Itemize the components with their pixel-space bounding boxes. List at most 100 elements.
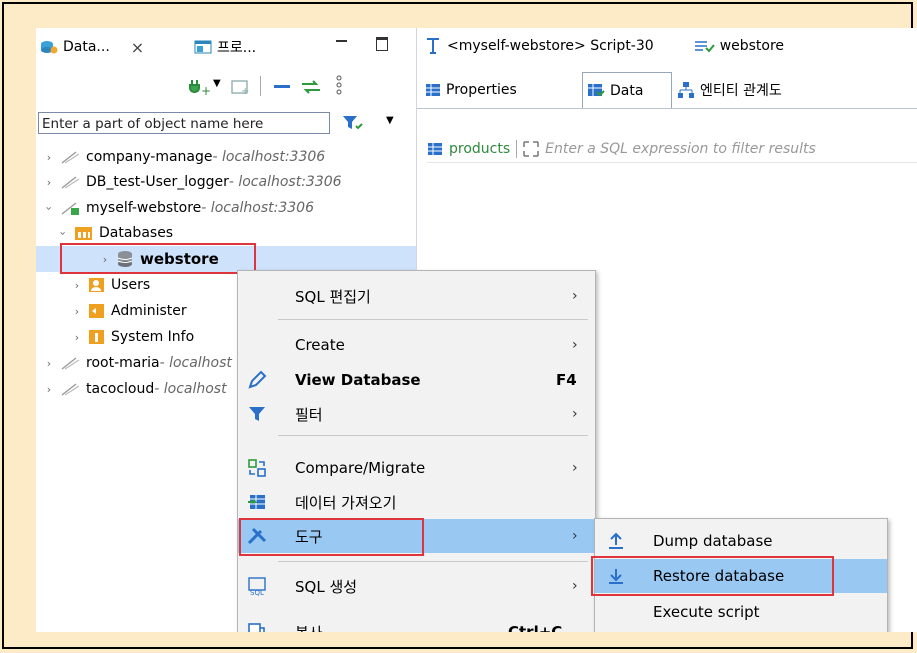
tree-item-host: - localhost:3306 xyxy=(212,149,326,165)
script-title[interactable]: <myself-webstore> Script-30 xyxy=(447,38,654,54)
tab-label: Properties xyxy=(446,82,517,98)
link-with-editor-icon[interactable] xyxy=(300,78,322,96)
more-options-icon[interactable] xyxy=(335,74,343,96)
annotation-highlight-tools xyxy=(239,518,424,556)
menu-separator xyxy=(278,435,588,436)
menu-item-filter[interactable]: 필터 › xyxy=(238,397,595,431)
tree-item-administer[interactable]: › Administer xyxy=(70,298,187,324)
tree-item-users[interactable]: › Users xyxy=(70,272,150,298)
menu-item-label: 복사 xyxy=(295,622,323,633)
menu-item-generate-sql[interactable]: SQL SQL 생성 › xyxy=(238,569,595,603)
tree-item-db-test-user-logger[interactable]: › DB_test-User_logger - localhost:3306 xyxy=(42,169,342,195)
connection-icon xyxy=(61,151,80,164)
copy-icon xyxy=(246,621,268,632)
maximize-icon[interactable] xyxy=(376,37,388,51)
menu-item-compare-migrate[interactable]: Compare/Migrate › xyxy=(238,451,595,485)
tree-item-system-info[interactable]: › System Info xyxy=(70,324,194,350)
svg-text:+: + xyxy=(201,84,210,96)
expand-icon[interactable]: › xyxy=(42,151,56,164)
pencil-icon xyxy=(246,369,268,391)
menu-item-view-database[interactable]: View Database F4 xyxy=(238,363,595,397)
collapse-icon[interactable]: › xyxy=(43,201,56,215)
submenu-arrow-icon: › xyxy=(572,406,578,422)
chevron-down-icon[interactable]: ▼ xyxy=(386,115,394,126)
tab-data[interactable]: Data xyxy=(582,72,672,108)
tree-item-host: - localhost:3306 xyxy=(228,174,342,190)
expand-filter-icon[interactable] xyxy=(523,141,539,157)
menu-item-import-data[interactable]: 데이터 가져오기 xyxy=(238,485,595,519)
menu-item-sql-editor[interactable]: SQL 편집기 › xyxy=(238,279,595,313)
script-icon xyxy=(427,38,439,54)
svg-text:SQL: SQL xyxy=(250,589,264,596)
tree-item-company-manage[interactable]: › company-manage - localhost:3306 xyxy=(42,144,325,170)
expand-icon[interactable]: › xyxy=(70,331,84,344)
submenu-arrow-icon: › xyxy=(572,460,578,476)
collapse-all-icon[interactable] xyxy=(272,78,292,96)
annotation-highlight-webstore xyxy=(60,243,256,274)
expand-icon[interactable]: › xyxy=(42,357,56,370)
submenu-arrow-icon: › xyxy=(572,337,578,353)
tree-item-label: Users xyxy=(111,277,151,293)
menu-item-shortcut: Ctrl+C xyxy=(508,623,563,632)
minimize-icon[interactable] xyxy=(336,40,347,47)
menu-item-label: 데이터 가져오기 xyxy=(295,493,397,512)
properties-icon xyxy=(426,84,440,96)
table-icon xyxy=(428,143,442,155)
users-icon xyxy=(89,278,104,292)
expand-icon[interactable]: › xyxy=(70,305,84,318)
sql-filter-input[interactable]: Enter a SQL expression to filter results xyxy=(545,141,816,157)
database-navigator-icon xyxy=(41,41,58,54)
object-filter-row: Enter a part of object name here ▼ xyxy=(38,112,413,136)
menu-item-label: Create xyxy=(295,336,345,354)
er-diagram-icon xyxy=(678,82,694,98)
close-tab-icon[interactable]: × xyxy=(131,38,144,57)
menu-item-shortcut: F4 xyxy=(556,371,577,389)
connection-icon xyxy=(61,357,80,370)
tab-projects[interactable]: 프로... xyxy=(194,36,256,58)
menu-item-label: View Database xyxy=(295,371,421,389)
svg-text:+: + xyxy=(241,86,249,96)
menu-item-dump-database[interactable]: Dump database xyxy=(595,524,887,558)
tree-item-label: root-maria xyxy=(86,355,160,371)
filter-divider xyxy=(516,140,518,158)
compare-icon xyxy=(246,457,268,479)
active-schema-label[interactable]: webstore xyxy=(720,38,784,54)
new-connection-icon[interactable]: + xyxy=(188,78,210,96)
menu-item-label: Execute script xyxy=(653,603,760,621)
menu-item-execute-script[interactable]: Execute script xyxy=(595,595,887,629)
tree-item-label: myself-webstore xyxy=(86,200,202,216)
menu-item-copy[interactable]: 복사 Ctrl+C xyxy=(238,615,595,632)
connected-icon xyxy=(61,202,79,215)
annotation-highlight-restore xyxy=(591,556,834,596)
menu-item-label: SQL 편집기 xyxy=(295,287,371,306)
screenshot-frame: Data... × 프로... + ▼ + Enter a part of ob… xyxy=(2,2,917,649)
tree-item-root-maria[interactable]: › root-maria - localhost xyxy=(42,350,232,376)
expand-icon[interactable]: › xyxy=(42,383,56,396)
tab-database-navigator[interactable]: Data... × xyxy=(40,36,144,58)
menu-item-label: 필터 xyxy=(295,405,323,424)
expand-icon[interactable]: › xyxy=(42,176,56,189)
new-folder-icon[interactable]: + xyxy=(231,78,251,96)
tree-item-host: - localhost xyxy=(154,381,227,397)
tree-item-label: company-manage xyxy=(86,149,213,165)
table-name[interactable]: products xyxy=(449,141,510,157)
tree-item-myself-webstore[interactable]: › myself-webstore - localhost:3306 xyxy=(42,195,315,221)
tree-item-tacocloud[interactable]: › tacocloud - localhost xyxy=(42,376,227,402)
collapse-icon[interactable]: › xyxy=(57,226,70,240)
tree-item-label: tacocloud xyxy=(86,381,155,397)
tab-label: Data... xyxy=(63,39,110,55)
databases-folder-icon xyxy=(75,227,92,240)
tree-item-label: Administer xyxy=(111,303,187,319)
expand-icon[interactable]: › xyxy=(70,279,84,292)
object-name-filter-input[interactable]: Enter a part of object name here xyxy=(38,112,330,134)
tree-item-label: Databases xyxy=(99,225,174,241)
submenu-arrow-icon: › xyxy=(572,528,578,544)
chevron-down-icon[interactable]: ▼ xyxy=(213,78,221,89)
data-grid-icon xyxy=(588,83,605,96)
tab-er-diagram[interactable]: 엔티티 관계도 xyxy=(673,72,786,108)
menu-item-create[interactable]: Create › xyxy=(238,328,595,362)
import-data-icon xyxy=(246,491,268,513)
tab-properties[interactable]: Properties xyxy=(421,72,521,108)
menu-item-label: Dump database xyxy=(653,532,773,550)
filter-config-icon[interactable] xyxy=(342,114,364,132)
